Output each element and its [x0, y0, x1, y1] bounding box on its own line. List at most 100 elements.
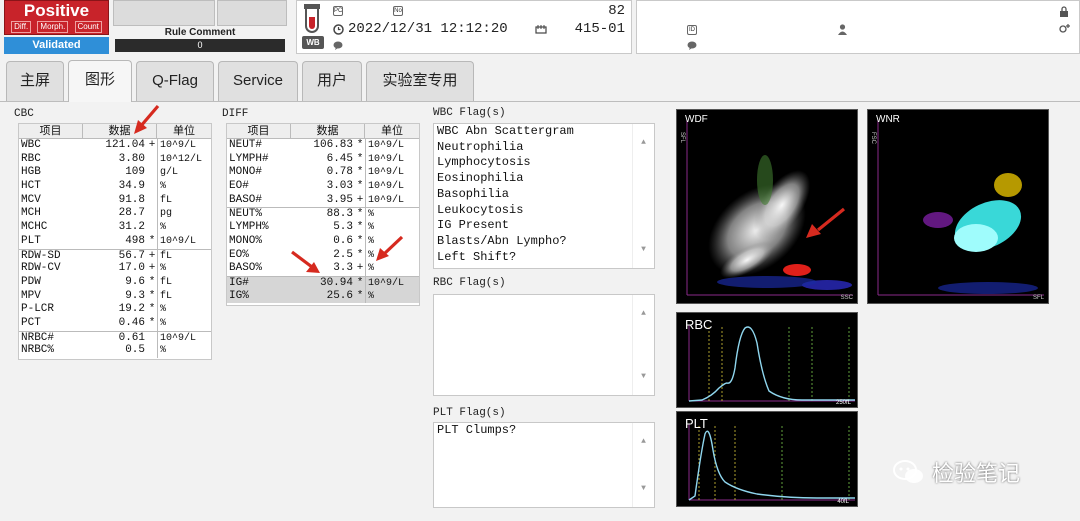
item-name: LYMPH%: [229, 221, 269, 234]
rbc-hist-label: RBC: [685, 317, 713, 332]
scroll-up-icon[interactable]: ▲: [633, 437, 654, 446]
flag-item[interactable]: Leukocytosis: [434, 203, 654, 219]
plt-flags-list[interactable]: PLT Clumps? ▲ ▼: [433, 422, 655, 508]
table-row[interactable]: RDW-SD 56.7 + fL: [19, 248, 211, 263]
table-row[interactable]: WBC 121.04 +10^9/L: [19, 139, 211, 153]
validated-badge[interactable]: Validated: [4, 37, 109, 54]
item-flag: *: [356, 248, 364, 261]
wbc-flags-scrollbar[interactable]: ▲ ▼: [632, 124, 654, 268]
scroll-up-icon[interactable]: ▲: [633, 309, 654, 318]
lock-icon[interactable]: [1059, 6, 1069, 17]
wdf-y-axis-label: SFL: [679, 132, 685, 144]
table-row[interactable]: MCHC 31.2%: [19, 221, 211, 235]
flag-item[interactable]: Neutrophilia: [434, 140, 654, 156]
tab-service[interactable]: Service: [218, 61, 298, 101]
plt-flags-scrollbar[interactable]: ▲ ▼: [632, 423, 654, 507]
item-flag: +: [148, 249, 156, 262]
diff-flag: Diff.: [11, 21, 32, 33]
item-unit: 10^9/L: [157, 234, 211, 249]
flag-item[interactable]: Left Shift?: [434, 250, 654, 266]
flag-item[interactable]: PLT Clumps?: [434, 423, 654, 439]
rule-comment-label: Rule Comment: [164, 27, 236, 38]
item-flag: *: [356, 276, 364, 289]
item-name: NRBC#: [21, 331, 55, 344]
item-value: 25.6: [326, 289, 353, 302]
table-row[interactable]: NRBC# 0.61 10^9/L: [19, 330, 211, 345]
table-row[interactable]: PCT 0.46 *%: [19, 316, 211, 331]
scroll-up-icon[interactable]: ▲: [633, 138, 654, 147]
table-row[interactable]: EO# 3.03 * 10^9/L: [227, 180, 419, 194]
item-name: NRBC%: [21, 344, 55, 357]
tab-q-flag[interactable]: Q-Flag: [136, 61, 214, 101]
rbc-flags-scrollbar[interactable]: ▲ ▼: [632, 295, 654, 395]
item-value: 6.45: [326, 152, 353, 165]
item-value: 28.7: [118, 207, 145, 220]
col-data: 数据: [291, 124, 365, 138]
flag-item[interactable]: Basophilia: [434, 187, 654, 203]
item-unit: 10^9/L: [157, 139, 211, 153]
table-row[interactable]: NRBC% 0.5%: [19, 344, 211, 358]
item-name: HCT: [21, 180, 41, 193]
diff-table: 项目 数据 单位 NEUT# 106.83 * 10^9/L LYMPH# 6.45 * 10…: [226, 123, 420, 306]
table-row[interactable]: MCV 91.8 fL: [19, 193, 211, 208]
item-flag: *: [356, 152, 364, 165]
item-flag: +: [148, 262, 156, 275]
table-row[interactable]: IG% 25.6 *%: [227, 289, 419, 304]
item-unit: fL: [157, 249, 211, 263]
rbc-histogram[interactable]: RBC 250fL: [676, 312, 858, 408]
table-row[interactable]: RBC 3.80 10^12/L: [19, 152, 211, 167]
rack-icon: [535, 25, 547, 34]
table-row[interactable]: P-LCR 19.2 *%: [19, 303, 211, 317]
flag-item[interactable]: Blasts/Abn Lympho?: [434, 234, 654, 250]
tab-graphics[interactable]: 图形: [68, 60, 132, 102]
tab-user[interactable]: 用户: [302, 61, 362, 101]
scroll-down-icon[interactable]: ▼: [633, 372, 654, 381]
flag-item[interactable]: WBC Abn Scattergram: [434, 124, 654, 140]
item-flag: *: [356, 139, 364, 151]
table-row[interactable]: NEUT% 88.3 *%: [227, 207, 419, 222]
item-unit: pg: [157, 207, 211, 222]
item-flag: [147, 344, 157, 358]
table-row[interactable]: MCH 28.7 pg: [19, 207, 211, 222]
col-item: 项目: [227, 124, 291, 138]
tab-lab-only[interactable]: 实验室专用: [366, 61, 474, 101]
table-row[interactable]: PLT 498 * 10^9/L: [19, 234, 211, 249]
flag-item[interactable]: Eosinophilia: [434, 171, 654, 187]
table-row[interactable]: LYMPH% 5.3 *%: [227, 221, 419, 235]
item-name: LYMPH#: [229, 152, 269, 165]
item-flag: [147, 332, 157, 345]
wnr-scattergram[interactable]: WNR FSC SFL: [867, 109, 1049, 304]
table-row[interactable]: NEUT# 106.83 * 10^9/L: [227, 139, 419, 153]
scroll-down-icon[interactable]: ▼: [633, 484, 654, 493]
tab-main[interactable]: 主屏: [6, 61, 64, 101]
plt-histogram[interactable]: PLT 40fL: [676, 411, 858, 507]
count-flag: Count: [74, 21, 102, 33]
table-row[interactable]: RDW-CV 17.0 +%: [19, 262, 211, 276]
item-unit: g/L: [157, 166, 211, 181]
item-flag: [147, 221, 157, 235]
table-row[interactable]: IG# 30.94 * 10^9/L: [227, 275, 419, 290]
table-row[interactable]: HCT 34.9%: [19, 180, 211, 194]
item-value: 498: [125, 234, 145, 247]
item-name: PDW: [21, 275, 41, 288]
positive-status-badge[interactable]: Positive Diff. Morph. Count: [4, 0, 109, 35]
rule-comment-value[interactable]: 0: [115, 39, 285, 52]
flag-item[interactable]: Lymphocytosis: [434, 155, 654, 171]
table-row[interactable]: PDW 9.6 * fL: [19, 275, 211, 290]
table-row[interactable]: HGB 109 g/L: [19, 166, 211, 181]
item-unit: 10^9/L: [157, 331, 211, 345]
table-row[interactable]: MPV 9.3 * fL: [19, 289, 211, 304]
scroll-down-icon[interactable]: ▼: [633, 245, 654, 254]
table-row[interactable]: BASO# 3.95 +10^9/L: [227, 193, 419, 208]
table-row[interactable]: LYMPH# 6.45 * 10^9/L: [227, 152, 419, 167]
rbc-flags-list[interactable]: ▲ ▼: [433, 294, 655, 396]
item-flag: [147, 180, 157, 194]
plt-flags-title: PLT Flag(s): [433, 407, 506, 419]
morph-flag: Morph.: [37, 21, 69, 33]
gender-icon: [1059, 24, 1070, 33]
item-value: 0.5: [125, 344, 145, 357]
patient-id-icon: ID: [687, 25, 697, 35]
flag-item[interactable]: IG Present: [434, 218, 654, 234]
wbc-flags-list[interactable]: WBC Abn Scattergram Neutrophilia Lymphocyt…: [433, 123, 655, 269]
table-row[interactable]: MONO# 0.78 * 10^9/L: [227, 166, 419, 181]
